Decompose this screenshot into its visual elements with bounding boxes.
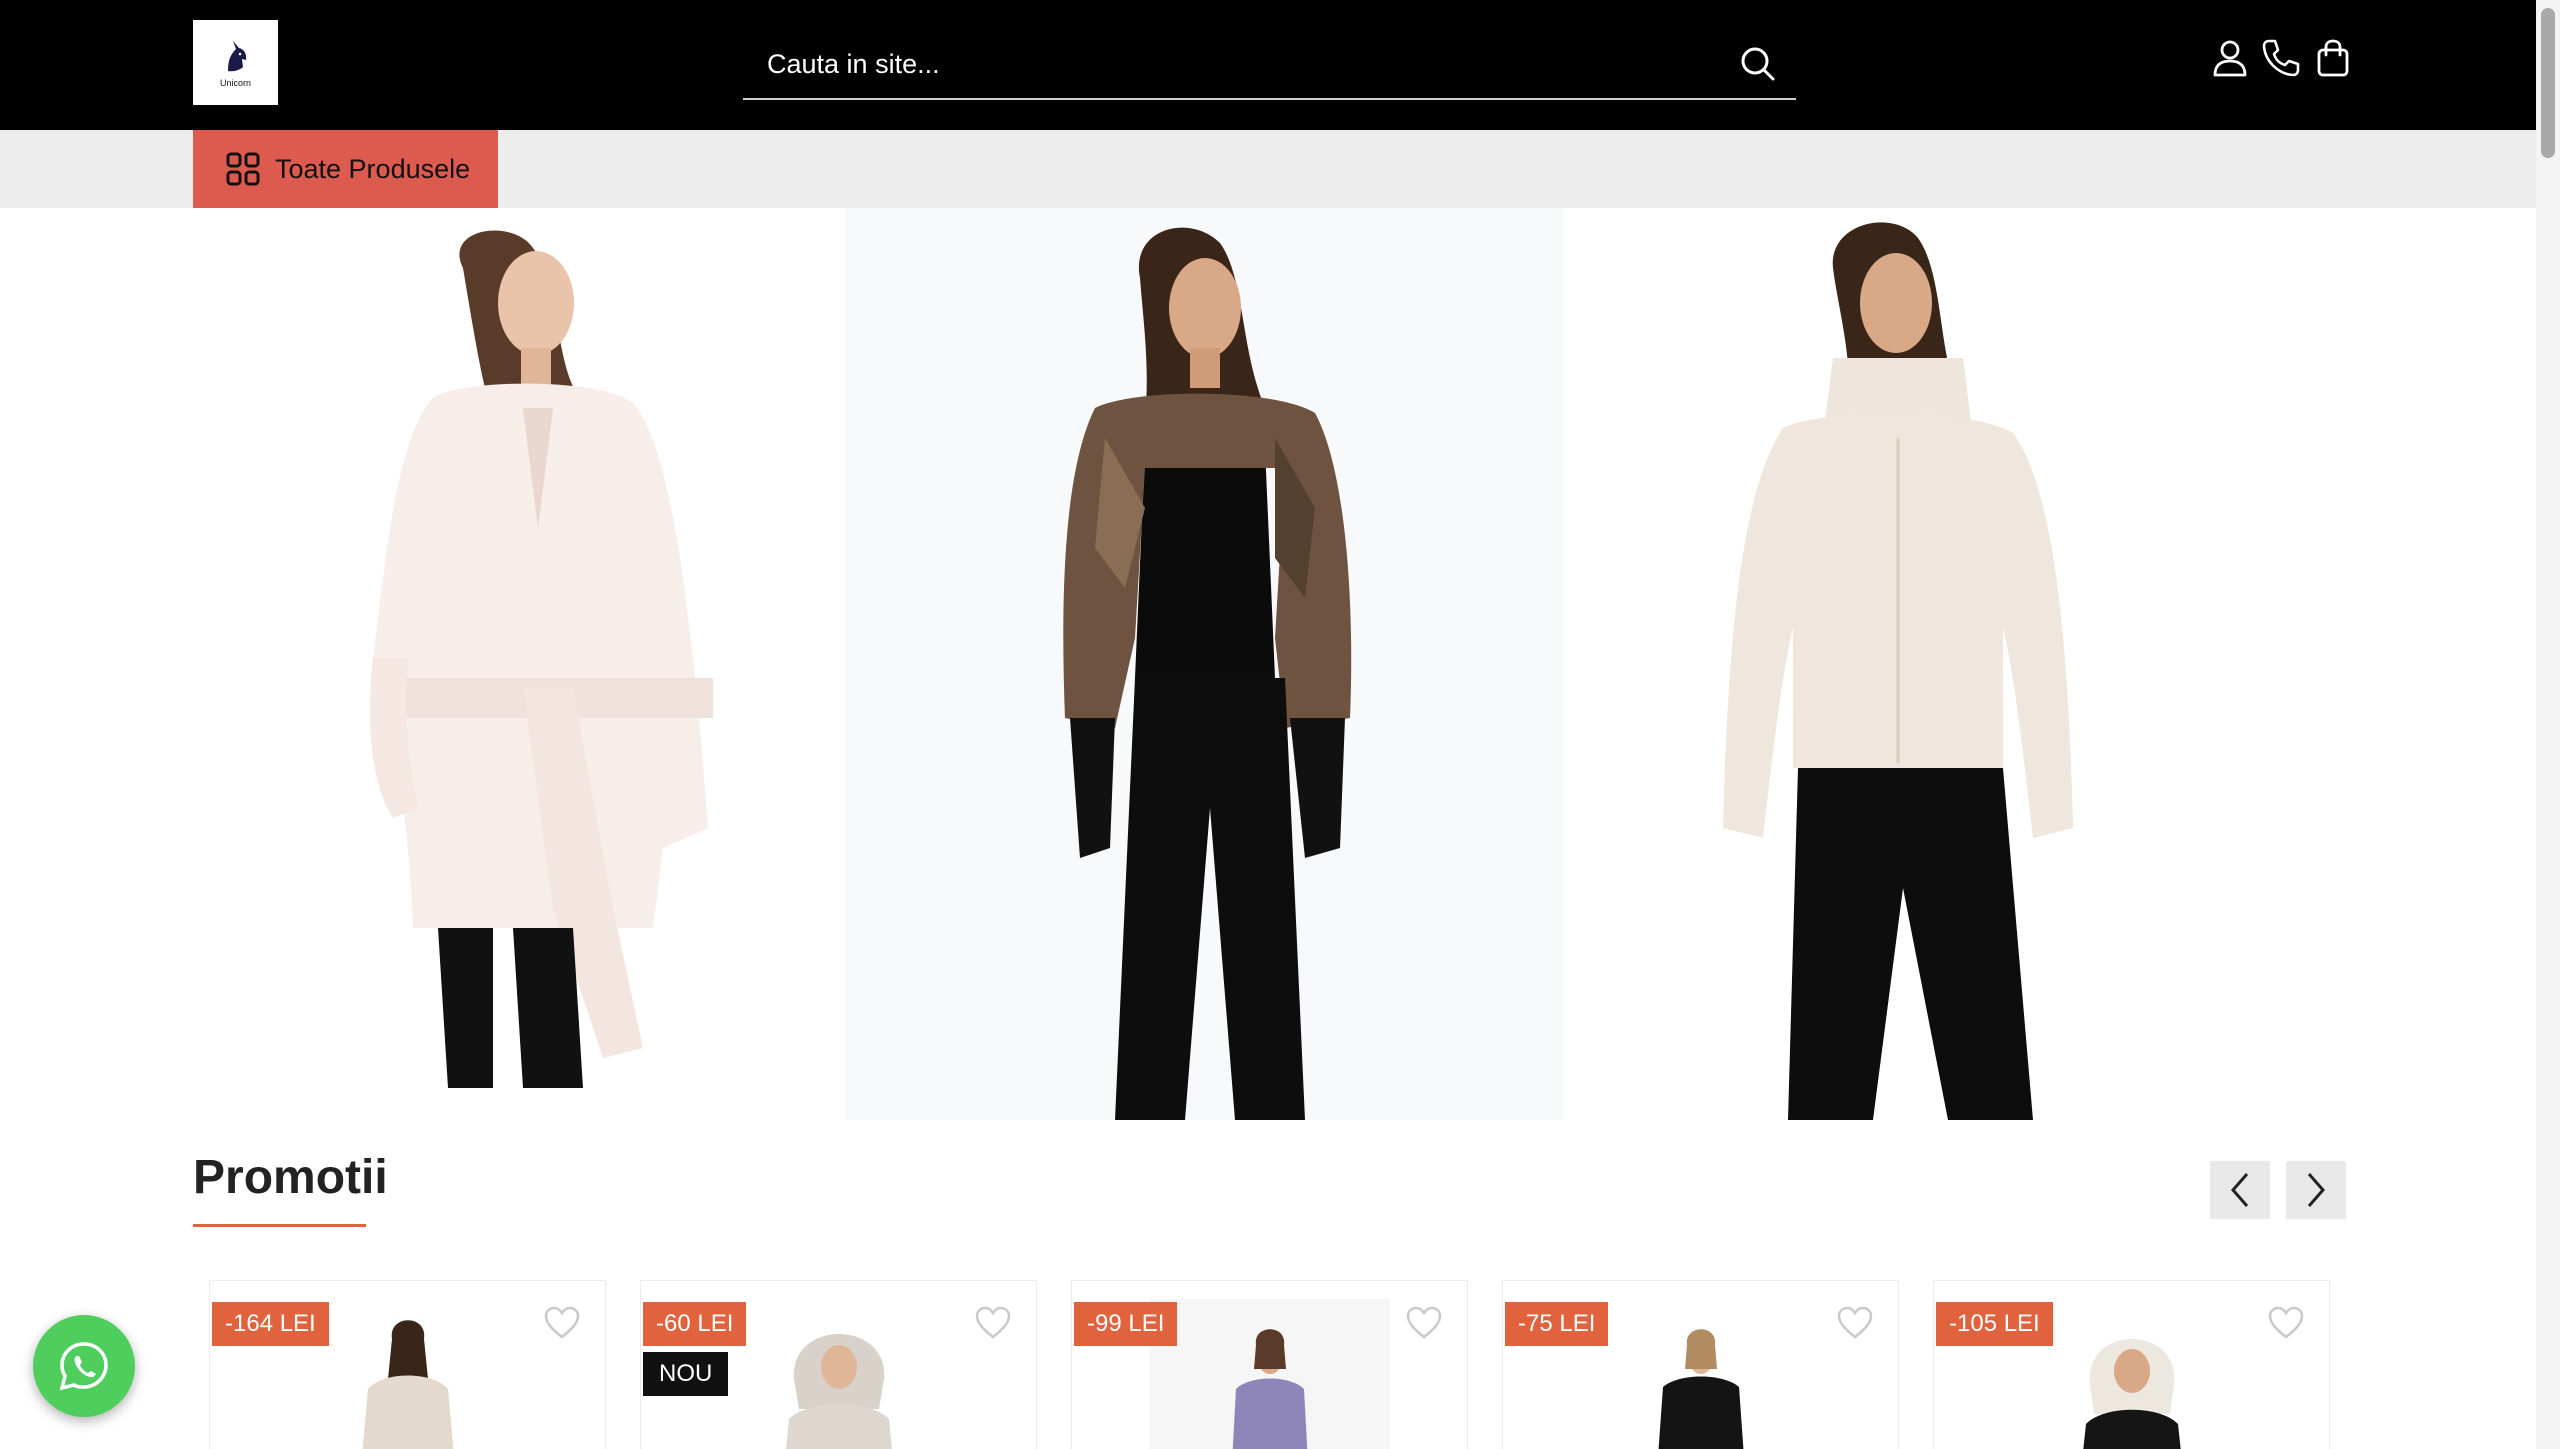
page: Unicorn Cauta in site... Toate Produsele… [0, 0, 2560, 1449]
phone-icon[interactable] [2260, 37, 2302, 79]
logo-text: Unicorn [219, 78, 251, 88]
product-card[interactable]: -105 LEI [1933, 1280, 2330, 1449]
site-logo[interactable]: Unicorn [193, 20, 278, 105]
grid-icon [226, 152, 260, 186]
product-card[interactable]: -60 LEI NOU [640, 1280, 1037, 1449]
page-scrollbar-thumb[interactable] [2541, 8, 2555, 158]
hero-slide-1[interactable] [193, 208, 845, 1120]
all-products-label: Toate Produsele [275, 153, 471, 184]
discount-badge: -99 LEI [1074, 1302, 1178, 1346]
heart-icon[interactable] [543, 1305, 581, 1341]
hero-slide-2[interactable] [845, 208, 1563, 1120]
heart-icon[interactable] [1405, 1305, 1443, 1341]
search-bar [743, 30, 1796, 100]
promotions-prev-button[interactable] [2210, 1161, 2270, 1219]
page-scrollbar-track[interactable] [2536, 0, 2560, 1449]
hero-slide-3[interactable] [1563, 208, 2348, 1120]
product-image [1150, 1299, 1390, 1449]
all-products-button[interactable]: Toate Produsele [193, 130, 498, 208]
carousel-next-arrow-icon[interactable] [2241, 788, 2285, 868]
unicorn-logo-icon [227, 41, 246, 72]
discount-badge: -75 LEI [1505, 1302, 1609, 1346]
user-icon[interactable] [2209, 37, 2251, 79]
cream-fur-jacket-image [1563, 208, 2348, 1120]
brown-fur-bolero-image [845, 208, 1563, 1120]
white-fur-coat-image [193, 208, 845, 1120]
product-card[interactable]: -164 LEI [209, 1280, 606, 1449]
discount-badge: -164 LEI [212, 1302, 329, 1346]
search-button[interactable] [1736, 42, 1780, 86]
whatsapp-icon [59, 1342, 108, 1391]
chevron-right-icon [2307, 1173, 2325, 1207]
section-title-promotions: Promotii [193, 1151, 388, 1204]
new-badge: NOU [643, 1352, 729, 1396]
heart-icon[interactable] [2267, 1305, 2305, 1341]
search-input[interactable] [767, 44, 1687, 84]
discount-badge: -105 LEI [1936, 1302, 2053, 1346]
whatsapp-button[interactable] [33, 1315, 135, 1417]
shopping-bag-icon[interactable] [2312, 37, 2354, 79]
site-header: Unicorn [0, 0, 2536, 130]
discount-badge: -60 LEI [643, 1302, 747, 1346]
carousel-prev-arrow-icon[interactable] [245, 788, 289, 868]
heart-icon[interactable] [1836, 1305, 1874, 1341]
product-card[interactable]: -99 LEI [1071, 1280, 1468, 1449]
search-icon [1741, 47, 1775, 81]
promotions-next-button[interactable] [2286, 1161, 2346, 1219]
heart-icon[interactable] [974, 1305, 1012, 1341]
product-image [1581, 1299, 1821, 1449]
product-card[interactable]: -75 LEI [1502, 1280, 1899, 1449]
product-image [719, 1299, 959, 1449]
hero-carousel [193, 208, 2348, 1120]
chevron-left-icon [2231, 1173, 2249, 1207]
section-title-underline [193, 1224, 366, 1227]
